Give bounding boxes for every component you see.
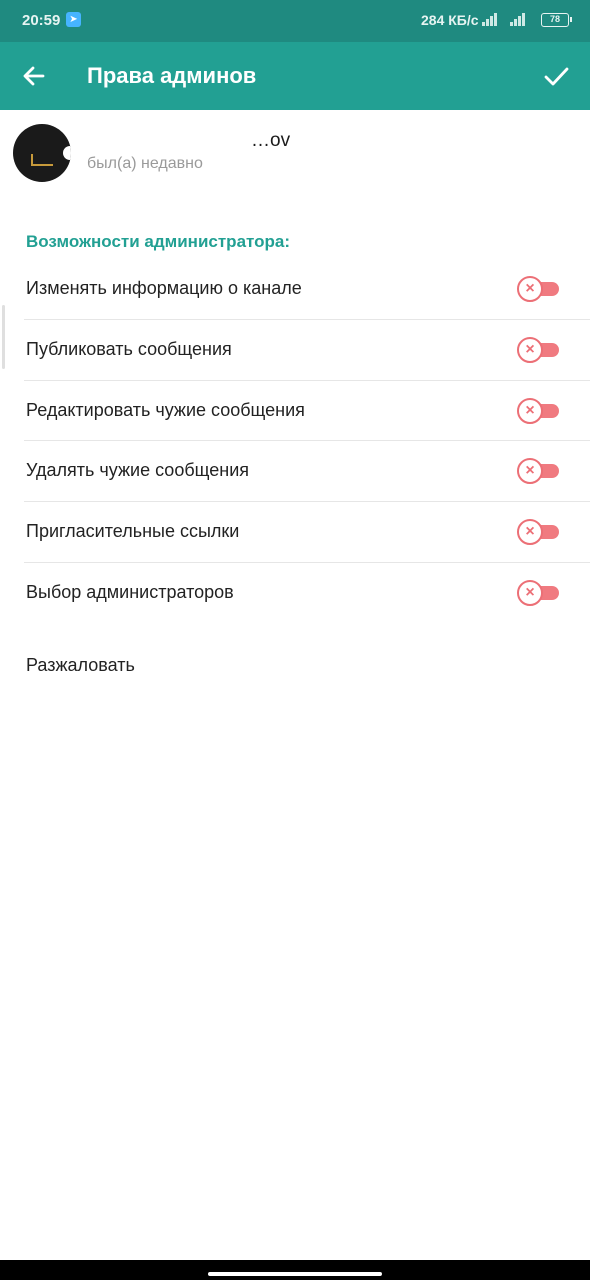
user-row[interactable]: …ov был(а) недавно (0, 110, 590, 200)
permission-delete-messages[interactable]: Удалять чужие сообщения × (0, 440, 590, 501)
network-speed: 284 КБ/с (421, 12, 479, 28)
close-icon: × (517, 276, 543, 302)
permission-post-messages[interactable]: Публиковать сообщения × (0, 318, 590, 380)
permissions-list: Изменять информацию о канале × Публикова… (0, 258, 590, 623)
permission-label: Изменять информацию о канале (26, 278, 302, 298)
app-bar: Права админов (0, 42, 590, 110)
demote-button[interactable]: Разжаловать (26, 655, 135, 676)
user-name: …ov (251, 130, 291, 151)
permission-toggle[interactable]: × (517, 336, 561, 363)
permission-label: Пригласительные ссылки (26, 521, 240, 542)
section-title: Возможности администратора: (26, 232, 291, 251)
permission-toggle[interactable]: × (517, 276, 561, 302)
avatar-emblem (31, 154, 53, 166)
arrow-left-icon (23, 66, 45, 86)
check-icon (544, 67, 569, 86)
permission-change-info[interactable]: Изменять информацию о канале × (0, 258, 590, 319)
save-button[interactable] (538, 58, 574, 94)
close-icon: × (517, 519, 543, 546)
page-title: Права админов (87, 63, 257, 88)
user-status: был(а) недавно (87, 155, 203, 172)
telegram-notification-icon: ➤ (66, 12, 81, 27)
permission-toggle[interactable]: × (517, 579, 561, 606)
close-icon: × (517, 397, 543, 424)
permission-edit-messages[interactable]: Редактировать чужие сообщения × (0, 379, 590, 441)
battery-icon: 78 (541, 13, 572, 27)
home-gesture-handle[interactable] (208, 1272, 382, 1276)
permission-add-admins[interactable]: Выбор администраторов × (0, 561, 590, 623)
signal-4g-icon (510, 13, 528, 26)
close-icon: × (517, 579, 543, 606)
avatar (13, 124, 71, 182)
permission-label: Выбор администраторов (26, 581, 234, 602)
close-icon: × (517, 458, 543, 485)
permission-toggle[interactable]: × (517, 458, 561, 485)
signal-icon (482, 13, 500, 26)
status-bar: 20:59 ➤ 284 КБ/с 78 (0, 0, 590, 42)
status-time: 20:59 (22, 12, 61, 29)
permission-invite-links[interactable]: Пригласительные ссылки × (0, 501, 590, 562)
permission-label: Редактировать чужие сообщения (26, 399, 305, 420)
permission-toggle[interactable]: × (517, 519, 561, 546)
back-button[interactable] (16, 58, 52, 94)
permission-toggle[interactable]: × (517, 397, 561, 424)
permission-label: Публиковать сообщения (26, 338, 232, 359)
close-icon: × (517, 336, 543, 363)
permission-label: Удалять чужие сообщения (26, 460, 249, 481)
navigation-bar (0, 1260, 590, 1280)
